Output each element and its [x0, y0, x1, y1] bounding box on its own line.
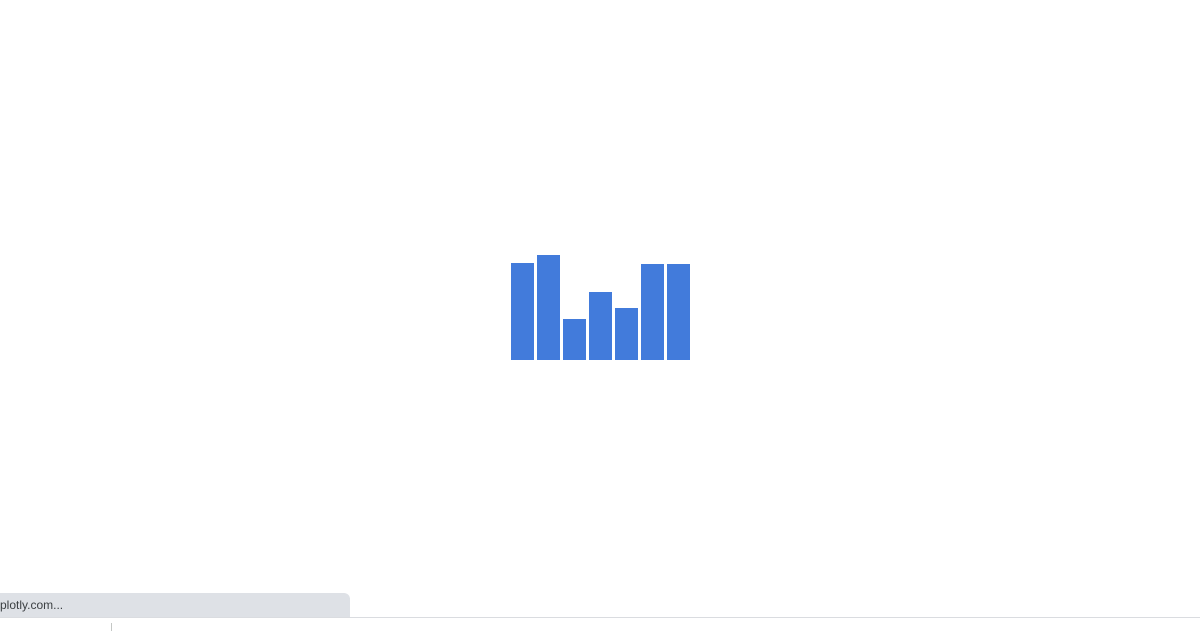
page-viewport: plotly.com...	[0, 0, 1200, 631]
loader-bar-3	[563, 319, 586, 360]
loader-bar-2	[537, 255, 560, 360]
loading-indicator	[510, 250, 692, 361]
loader-bar-6	[641, 264, 664, 360]
bar-chart-loading-icon	[511, 255, 690, 360]
bottom-bar	[0, 617, 1200, 631]
loader-bar-4	[589, 292, 612, 360]
loader-bar-7	[667, 264, 690, 360]
loader-bar-1	[511, 263, 534, 360]
status-bubble: plotly.com...	[0, 593, 350, 617]
loader-bar-5	[615, 308, 638, 360]
status-url-text: plotly.com...	[0, 598, 64, 612]
